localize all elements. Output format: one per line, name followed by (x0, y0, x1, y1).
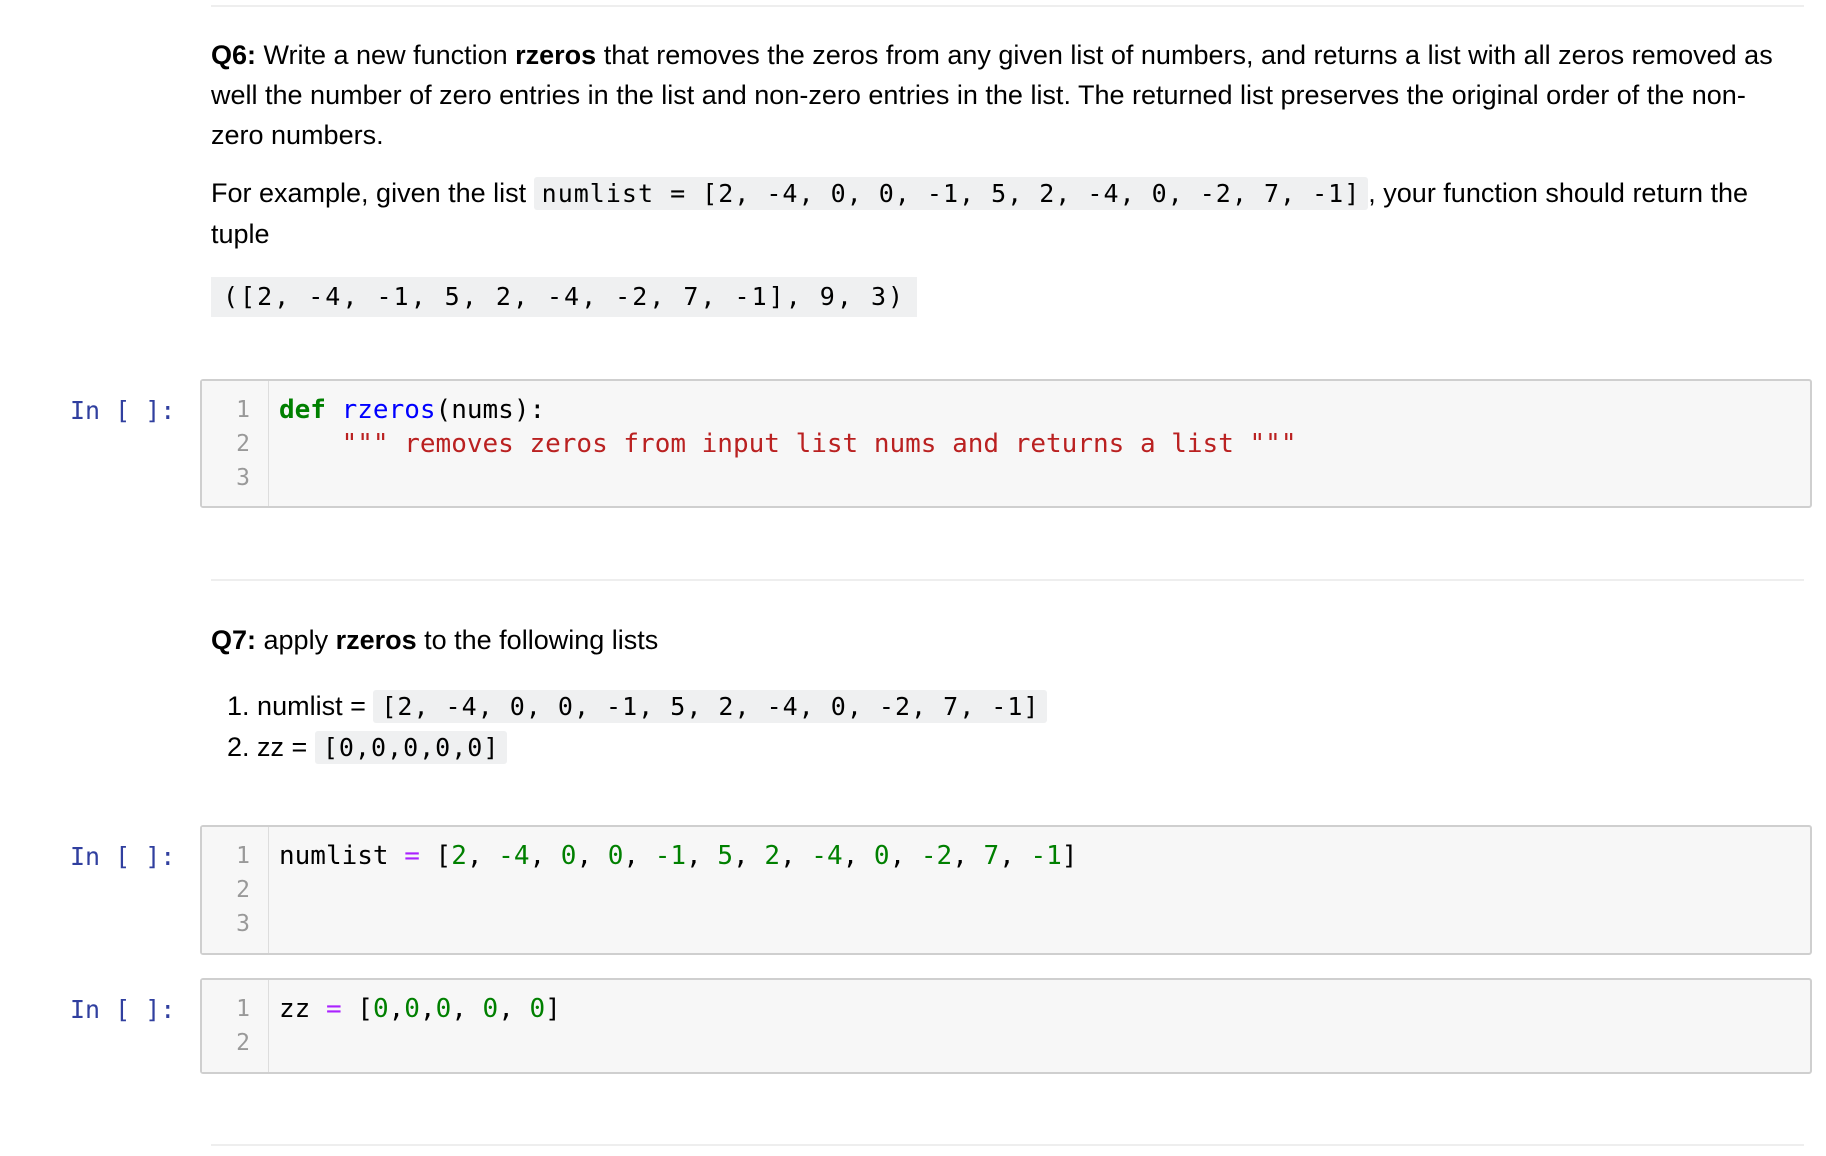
line-number-gutter: 1 2 3 (202, 827, 269, 953)
q7-markdown-cell: Q7: apply rzeros to the following lists … (211, 620, 1791, 768)
code-cell-3[interactable]: 1 2 zz = [0,0,0, 0, 0] (200, 978, 1812, 1074)
line-number-gutter: 1 2 3 (202, 381, 269, 506)
code-line: zz = [0,0,0, 0, 0] (279, 994, 561, 1024)
line-number-gutter: 1 2 (202, 980, 269, 1072)
docstring: """ removes zeros from input list nums a… (341, 429, 1297, 459)
tuple-code-block: ([2, -4, -1, 5, 2, -4, -2, 7, -1], 9, 3) (211, 277, 918, 317)
code-line: """ removes zeros from input list nums a… (279, 427, 1810, 461)
example-code: numlist = [2, -4, 0, 0, -1, 5, 2, -4, 0,… (533, 177, 1369, 210)
q7-list: 1. numlist = [2, -4, 0, 0, -1, 5, 2, -4,… (211, 686, 1791, 768)
cell-1-prompt: In [ ]: (70, 396, 176, 425)
code-line: def rzeros(nums): (279, 395, 546, 425)
list-item: 1. numlist = [2, -4, 0, 0, -1, 5, 2, -4,… (227, 686, 1791, 727)
q6-example-paragraph: For example, given the list numlist = [2… (211, 177, 1749, 249)
q7-function-name: rzeros (335, 625, 417, 655)
cell-3-prompt: In [ ]: (70, 995, 176, 1024)
code-editor[interactable]: def rzeros(nums): """ removes zeros from… (269, 381, 1810, 506)
q7-paragraph: Q7: apply rzeros to the following lists (211, 625, 659, 655)
list-item: 2. zz = [0,0,0,0,0] (227, 727, 1791, 768)
q6-markdown-cell: Q6: Write a new function rzeros that rem… (211, 35, 1791, 317)
code-line: numlist = [2, -4, 0, 0, -1, 5, 2, -4, 0,… (279, 841, 1078, 871)
code-editor[interactable]: zz = [0,0,0, 0, 0] (269, 980, 1810, 1072)
top-divider (211, 5, 1804, 7)
q6-function-name: rzeros (515, 40, 597, 70)
section-divider (211, 579, 1804, 581)
bottom-divider (211, 1144, 1804, 1146)
q7-label: Q7: (211, 625, 257, 655)
code-cell-2[interactable]: 1 2 3 numlist = [2, -4, 0, 0, -1, 5, 2, … (200, 825, 1812, 955)
code-cell-1[interactable]: 1 2 3 def rzeros(nums): """ removes zero… (200, 379, 1812, 508)
q6-label: Q6: (211, 40, 257, 70)
cell-2-prompt: In [ ]: (70, 842, 176, 871)
code-editor[interactable]: numlist = [2, -4, 0, 0, -1, 5, 2, -4, 0,… (269, 827, 1810, 953)
q6-paragraph: Q6: Write a new function rzeros that rem… (211, 40, 1773, 150)
